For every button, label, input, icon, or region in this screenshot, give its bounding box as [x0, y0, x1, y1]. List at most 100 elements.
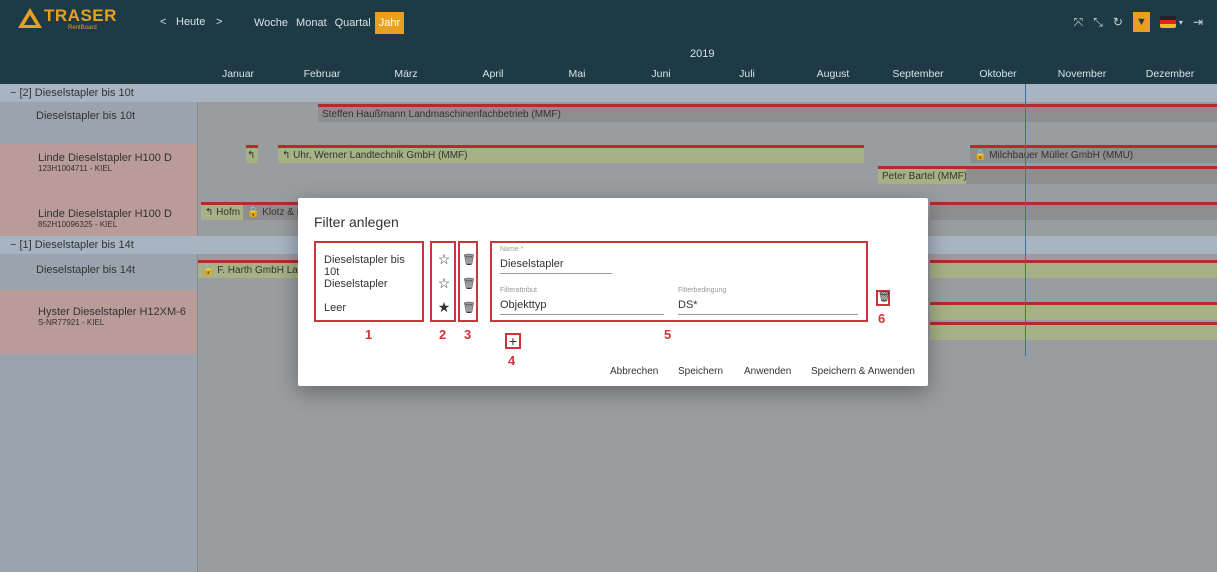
- booking-bar[interactable]: [930, 322, 1217, 340]
- condition-field[interactable]: DS*: [678, 299, 698, 311]
- booking-bar[interactable]: [930, 260, 1217, 278]
- filter-icon[interactable]: ▼: [1132, 12, 1150, 32]
- group-label: − [2] Dieselstapler bis 10t: [10, 87, 134, 99]
- trash-icon[interactable]: 🗑: [460, 301, 478, 314]
- attribute-field[interactable]: Objekttyp: [500, 299, 546, 311]
- attribute-label: Filterattribut: [500, 287, 537, 294]
- month-label: Dezember: [1145, 68, 1195, 80]
- month-label: Januar: [221, 68, 255, 80]
- resource-subtitle: 123H1004711 - KIEL: [38, 164, 113, 173]
- condition-label: Filterbedingung: [678, 287, 727, 294]
- period-week[interactable]: Woche: [250, 12, 292, 34]
- favorite-column: ☆ ☆ ★: [430, 241, 456, 322]
- logo-subtitle: RentBoard: [68, 25, 97, 31]
- resource-title: Linde Dieselstapler H100 D: [38, 208, 172, 220]
- save-and-apply-button[interactable]: Speichern & Anwenden: [811, 366, 915, 377]
- trash-icon[interactable]: 🗑: [460, 253, 478, 266]
- month-header: Januar Februar März April Mai Juni Juli …: [0, 64, 1217, 84]
- period-month[interactable]: Monat: [292, 12, 331, 34]
- booking-bar[interactable]: 🔒 Milchbauer Müller GmbH (MMU): [970, 145, 1217, 163]
- name-underline: [500, 273, 612, 274]
- booking-bar[interactable]: Peter Bartel (MMF): [878, 166, 966, 184]
- filter-list: Dieselstapler bis 10t Dieselstapler Leer: [314, 241, 424, 322]
- name-label: Name *: [500, 246, 524, 253]
- booking-bar[interactable]: 🔒 F. Harth GmbH Lan: [198, 260, 300, 278]
- group-header[interactable]: − [2] Dieselstapler bis 10t: [0, 84, 1217, 102]
- month-label: Juni: [651, 68, 671, 80]
- star-outline-icon[interactable]: ☆: [432, 251, 456, 268]
- group-label: − [1] Dieselstapler bis 14t: [10, 239, 134, 251]
- german-flag-icon: [1159, 16, 1176, 28]
- annotation-number: 2: [439, 327, 447, 342]
- filter-list-item[interactable]: Dieselstapler bis 10t: [324, 254, 422, 278]
- filter-list-item[interactable]: Dieselstapler: [324, 278, 388, 290]
- annotation-number: 5: [664, 327, 672, 342]
- annotation-number: 6: [878, 311, 886, 326]
- refresh-icon[interactable]: ↻: [1113, 15, 1123, 29]
- resource-subtitle: S-NR77921 - KIEL: [38, 318, 105, 327]
- today-button[interactable]: Heute: [176, 16, 205, 28]
- booking-bar[interactable]: ↰ Hofm: [201, 202, 243, 220]
- booking-bar[interactable]: [966, 166, 1217, 184]
- month-label: Oktober: [979, 68, 1017, 80]
- logo-triangle-icon: [18, 8, 42, 28]
- chevron-down-icon: ▾: [1178, 17, 1183, 27]
- annotation-number: 1: [365, 327, 373, 342]
- booking-bar[interactable]: ↰ Uhr, Werner Landtechnik GmbH (MMF): [278, 145, 864, 163]
- booking-bar[interactable]: [930, 302, 1217, 320]
- logo-name: TRASER: [44, 6, 117, 25]
- cancel-button[interactable]: Abbrechen: [610, 366, 658, 377]
- today-line: [1025, 84, 1026, 356]
- logout-icon[interactable]: ⇥: [1193, 15, 1203, 29]
- resource-row[interactable]: Dieselstapler bis 14t: [0, 254, 197, 290]
- booking-bar[interactable]: ↰: [246, 145, 258, 163]
- star-filled-icon[interactable]: ★: [432, 299, 456, 316]
- resource-row[interactable]: Linde Dieselstapler H100 D 852H10096325 …: [0, 200, 197, 236]
- attribute-underline: [500, 314, 664, 315]
- dialog-title: Filter anlegen: [314, 214, 399, 230]
- annotation-number: 3: [464, 327, 472, 342]
- apply-button[interactable]: Anwenden: [744, 366, 791, 377]
- month-label: September: [892, 68, 944, 80]
- booking-bar[interactable]: Steffen Haußmann Landmaschinenfachbetrie…: [318, 104, 1217, 122]
- prev-button[interactable]: <: [160, 16, 166, 28]
- month-label: November: [1057, 68, 1107, 80]
- resource-title: Linde Dieselstapler H100 D: [38, 152, 172, 164]
- delete-column: 🗑 🗑 🗑: [458, 241, 478, 322]
- month-label: März: [394, 68, 418, 80]
- top-bar: TRASER RentBoard < Heute > Woche Monat Q…: [0, 0, 1217, 44]
- expand-icon[interactable]: ⤡: [1093, 15, 1103, 30]
- next-button[interactable]: >: [216, 16, 222, 28]
- year-header: 2019: [0, 44, 1217, 64]
- filter-dialog: Filter anlegen Dieselstapler bis 10t Die…: [298, 198, 928, 386]
- add-condition-button[interactable]: +: [505, 333, 521, 349]
- collapse-icon[interactable]: ⤧: [1074, 15, 1084, 30]
- delete-condition-icon[interactable]: 🗑: [876, 290, 891, 306]
- booking-bar[interactable]: [930, 202, 1217, 220]
- toolbar-icons: ⤧ ⤡ ↻ ▼ ▾ ⇥: [1074, 12, 1203, 32]
- month-label: April: [482, 68, 504, 80]
- traser-logo: TRASER RentBoard: [18, 6, 128, 36]
- resource-row[interactable]: Dieselstapler bis 10t: [0, 102, 197, 142]
- name-field[interactable]: Dieselstapler: [500, 258, 564, 270]
- resource-row[interactable]: Linde Dieselstapler H100 D 123H1004711 -…: [0, 144, 197, 200]
- month-label: Mai: [568, 68, 586, 80]
- filter-list-item[interactable]: Leer: [324, 302, 346, 314]
- language-selector[interactable]: ▾: [1159, 16, 1183, 28]
- resource-title: Hyster Dieselstapler H12XM-6: [38, 306, 186, 318]
- year-label: 2019: [690, 48, 715, 60]
- filter-editor: Name * Dieselstapler Filterattribut Obje…: [490, 241, 868, 322]
- star-outline-icon[interactable]: ☆: [432, 275, 456, 292]
- period-quarter[interactable]: Quartal: [331, 12, 375, 34]
- resource-subtitle: 852H10096325 - KIEL: [38, 220, 118, 229]
- resource-row[interactable]: Hyster Dieselstapler H12XM-6 S-NR77921 -…: [0, 290, 197, 354]
- month-label: Februar: [303, 68, 341, 80]
- period-year[interactable]: Jahr: [374, 12, 405, 34]
- save-button[interactable]: Speichern: [678, 366, 723, 377]
- condition-underline: [678, 314, 858, 315]
- period-selector: Woche Monat Quartal Jahr: [250, 12, 405, 34]
- annotation-number: 4: [508, 353, 516, 368]
- trash-icon[interactable]: 🗑: [460, 277, 478, 290]
- month-label: August: [816, 68, 850, 80]
- booking-bar[interactable]: 🔒 Klotz & N: [243, 202, 303, 220]
